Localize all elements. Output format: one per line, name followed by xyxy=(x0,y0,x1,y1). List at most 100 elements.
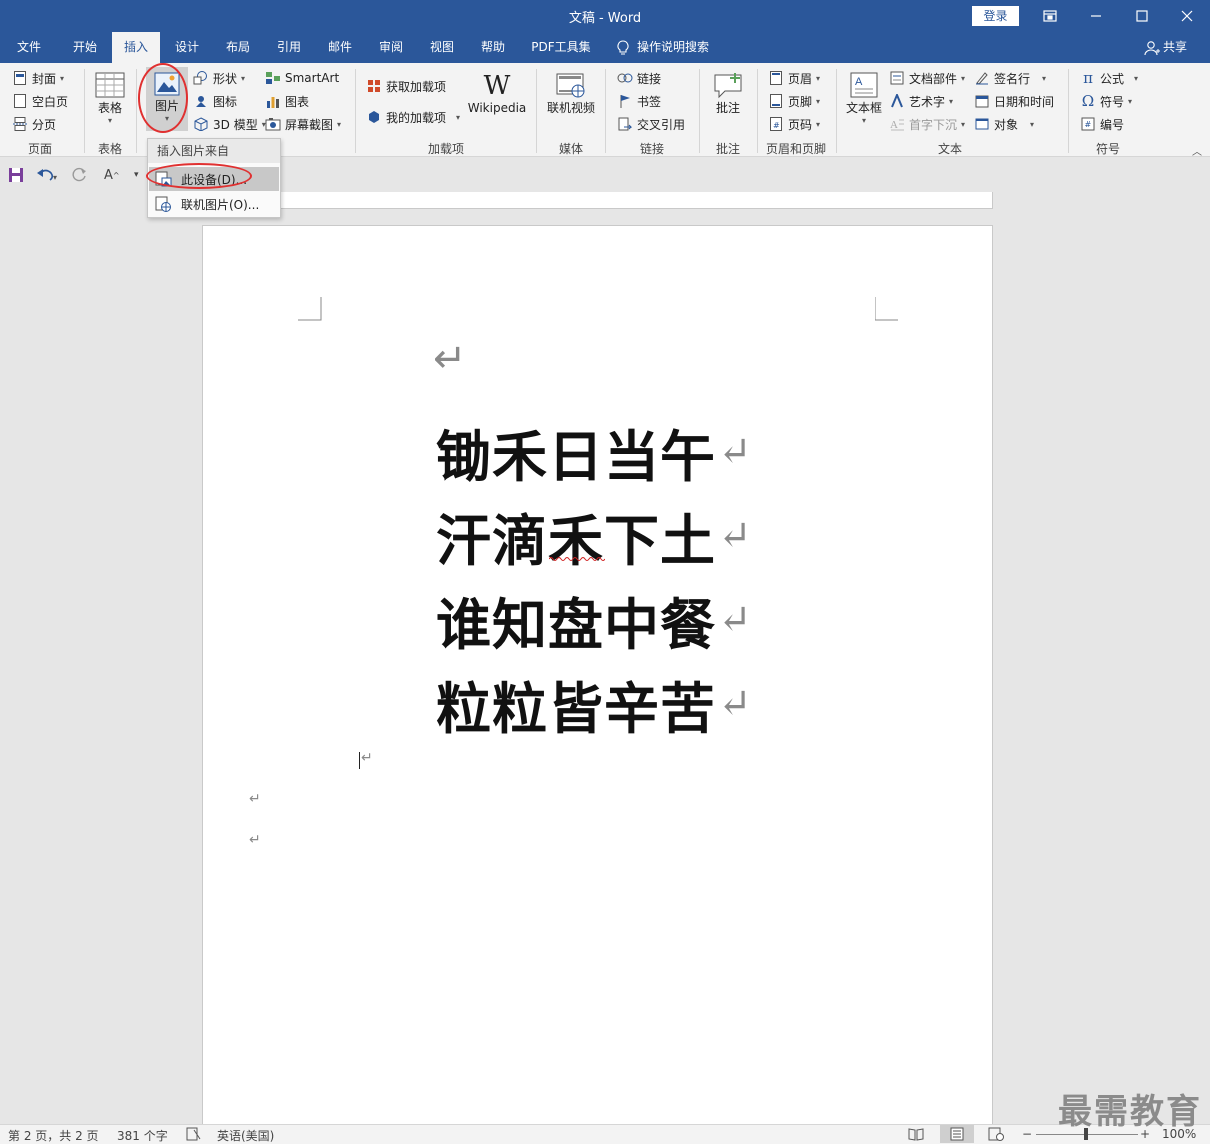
tab-mailings[interactable]: 邮件 xyxy=(315,32,365,63)
page-number-button[interactable]: # 页码 ▾ xyxy=(768,114,820,134)
quick-parts-button[interactable]: 文档部件 ▾ xyxy=(889,68,965,88)
svg-text:A: A xyxy=(855,76,863,88)
number-button[interactable]: # 编号 xyxy=(1080,114,1124,134)
equation-button[interactable]: π 公式 ▾ xyxy=(1080,68,1138,88)
icons-icon xyxy=(193,93,209,109)
tab-view[interactable]: 视图 xyxy=(417,32,467,63)
web-layout-icon[interactable] xyxy=(988,1127,1004,1144)
tab-review[interactable]: 审阅 xyxy=(366,32,416,63)
maximize-icon[interactable] xyxy=(1119,0,1165,32)
page-break-icon xyxy=(12,116,28,132)
group-label-symbols: 符号 xyxy=(1095,142,1120,156)
login-button[interactable]: 登录 xyxy=(972,6,1019,26)
shapes-label: 形状 xyxy=(213,71,238,86)
get-addins-button[interactable]: 获取加载项 xyxy=(366,76,446,96)
page-break-button[interactable]: 分页 xyxy=(12,114,56,134)
zoom-out-button[interactable]: − xyxy=(1022,1127,1032,1141)
cover-page-button[interactable]: 封面 ▾ xyxy=(12,68,64,88)
table-button[interactable]: 表格 ▾ xyxy=(92,71,128,125)
calendar-icon xyxy=(974,93,990,109)
smartart-button[interactable]: SmartArt xyxy=(265,68,339,88)
group-label-text: 文本 xyxy=(937,142,962,156)
wikipedia-button[interactable]: W Wikipedia xyxy=(466,71,528,115)
footer-button[interactable]: 页脚 ▾ xyxy=(768,91,820,111)
online-video-label: 联机视频 xyxy=(546,101,595,115)
collapse-ribbon-icon[interactable]: ︿ xyxy=(1192,143,1202,158)
print-layout-icon[interactable] xyxy=(940,1125,974,1143)
icons-button[interactable]: 图标 xyxy=(193,91,237,111)
highlight-circle xyxy=(138,63,188,133)
comment-button[interactable]: 批注 xyxy=(708,71,748,116)
link-button[interactable]: 链接 xyxy=(617,68,661,88)
chart-button[interactable]: 图表 xyxy=(265,91,309,111)
read-mode-icon[interactable] xyxy=(908,1127,924,1144)
customize-toolbar-icon[interactable]: ▾ xyxy=(134,166,139,184)
paragraph-mark: ↵ xyxy=(718,429,753,475)
menu-item-label: 联机图片(O)... xyxy=(181,197,260,212)
proofing-icon[interactable] xyxy=(186,1127,202,1144)
close-icon[interactable] xyxy=(1164,0,1210,32)
tab-design[interactable]: 设计 xyxy=(162,32,212,63)
screenshot-button[interactable]: 屏幕截图 ▾ xyxy=(265,114,341,134)
drop-cap-label: 首字下沉 xyxy=(909,117,958,132)
header-button[interactable]: 页眉 ▾ xyxy=(768,68,820,88)
tab-file[interactable]: 文件 xyxy=(4,32,54,63)
font-size-icon[interactable]: A ^ xyxy=(104,166,120,184)
group-divider xyxy=(136,69,137,153)
language-indicator[interactable]: 英语(美国) xyxy=(217,1127,274,1144)
blank-page-button[interactable]: 空白页 xyxy=(12,91,68,111)
wordart-label: 艺术字 xyxy=(909,94,946,109)
undo-icon[interactable]: ▾ xyxy=(36,166,58,184)
page-number-icon: # xyxy=(768,116,784,132)
save-icon[interactable] xyxy=(8,166,24,184)
poem-line-text: 谁知盘中餐 xyxy=(436,592,717,657)
symbol-button[interactable]: Ω 符号 ▾ xyxy=(1080,91,1132,111)
cross-reference-button[interactable]: 交叉引用 xyxy=(617,114,685,134)
share-button[interactable]: 共享 xyxy=(1144,32,1187,63)
get-addins-label: 获取加载项 xyxy=(386,79,447,94)
my-addins-button[interactable]: 我的加载项 ▾ xyxy=(366,107,460,127)
tell-me-search[interactable]: 操作说明搜索 xyxy=(617,32,709,63)
online-video-button[interactable]: 联机视频 xyxy=(544,71,598,116)
bookmark-button[interactable]: 书签 xyxy=(617,91,661,111)
3d-model-button[interactable]: 3D 模型 ▾ xyxy=(193,114,266,134)
paragraph-mark: ↵ xyxy=(249,791,261,807)
header-label: 页眉 xyxy=(788,71,813,86)
tab-insert[interactable]: 插入 xyxy=(112,32,160,63)
title-bar: 文稿 - Word 登录 xyxy=(0,0,1210,32)
comment-label: 批注 xyxy=(715,101,740,115)
group-label-media: 媒体 xyxy=(558,142,583,156)
tab-layout[interactable]: 布局 xyxy=(213,32,263,63)
poem-line: 汗滴禾下土 ↵ xyxy=(436,496,753,576)
margin-corner-mark xyxy=(298,297,322,321)
minimize-icon[interactable] xyxy=(1073,0,1119,32)
signature-line-button[interactable]: 签名行 ▾ xyxy=(974,68,1046,88)
object-button[interactable]: 对象 ▾ xyxy=(974,114,1034,134)
text-box-button[interactable]: A 文本框 ▾ xyxy=(844,71,884,125)
tab-help[interactable]: 帮助 xyxy=(468,32,518,63)
document-page[interactable]: ↵ 锄禾日当午 ↵ 汗滴禾下土 ↵ 谁知盘中餐 ↵ 粒粒皆辛苦 ↵ ↵ ↵ ↵ xyxy=(202,225,993,1125)
table-label: 表格 xyxy=(97,101,122,115)
shapes-button[interactable]: 形状 ▾ xyxy=(193,68,245,88)
group-divider xyxy=(1068,69,1069,153)
date-time-button[interactable]: 日期和时间 xyxy=(974,91,1054,111)
tab-references[interactable]: 引用 xyxy=(264,32,314,63)
page-indicator[interactable]: 第 2 页，共 2 页 xyxy=(8,1127,99,1144)
menu-item-online-pictures[interactable]: 联机图片(O)... xyxy=(149,192,279,216)
tab-pdf-tools[interactable]: PDF工具集 xyxy=(522,32,600,63)
pi-icon: π xyxy=(1083,69,1093,87)
cover-page-icon xyxy=(12,70,28,86)
svg-text:A: A xyxy=(890,119,898,131)
word-count[interactable]: 381 个字 xyxy=(117,1127,168,1144)
tab-home[interactable]: 开始 xyxy=(60,32,110,63)
wordart-button[interactable]: 艺术字 ▾ xyxy=(889,91,953,111)
poem-line-text: 粒粒皆辛苦 xyxy=(436,676,717,741)
group-divider xyxy=(84,69,85,153)
my-addins-label: 我的加载项 xyxy=(386,110,447,125)
drop-cap-button[interactable]: A 首字下沉 ▾ xyxy=(889,114,965,134)
store-icon xyxy=(366,78,382,94)
redo-icon[interactable] xyxy=(72,166,88,184)
ribbon-display-options-icon[interactable] xyxy=(1027,0,1073,32)
screenshot-label: 屏幕截图 xyxy=(285,117,334,132)
poem-line: 粒粒皆辛苦 ↵ xyxy=(436,664,753,744)
